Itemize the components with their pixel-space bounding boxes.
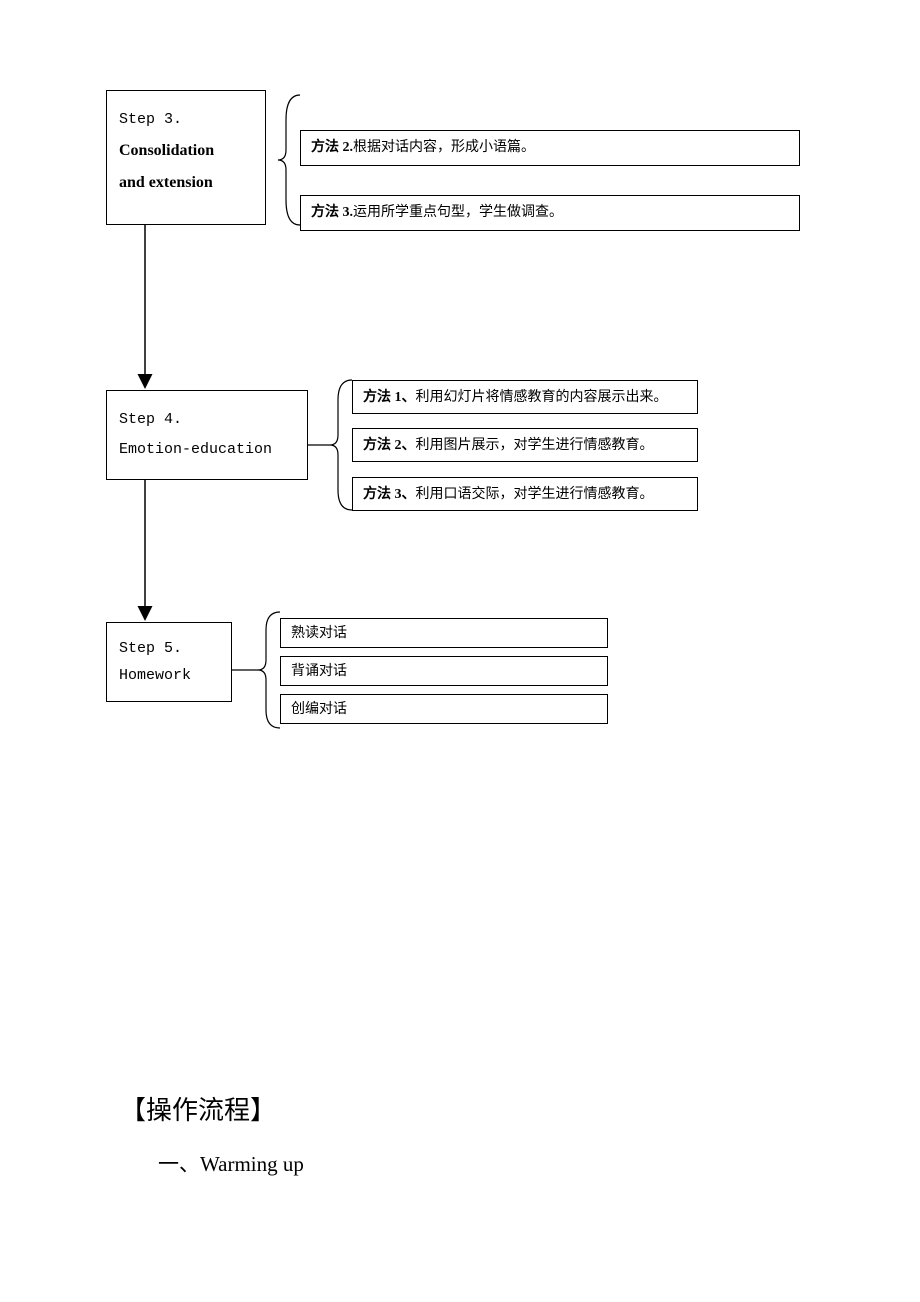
step-4-method-1: 方法 1、利用幻灯片将情感教育的内容展示出来。	[352, 380, 698, 414]
step-4-box: Step 4. Emotion-education	[106, 390, 308, 480]
sub-heading-1: 一、Warming up	[158, 1148, 304, 1178]
method-label: 方法 3.	[311, 205, 353, 220]
method-label: 方法 2、	[363, 438, 416, 453]
step-3-method-2: 方法 2.根据对话内容，形成小语篇。	[300, 130, 800, 166]
step-4-title: Step 4.	[119, 405, 295, 435]
step-4-method-2: 方法 2、利用图片展示，对学生进行情感教育。	[352, 428, 698, 462]
method-text: 利用图片展示，对学生进行情感教育。	[416, 438, 654, 453]
step-5-item-2: 背诵对话	[280, 656, 608, 686]
method-label: 方法 3、	[363, 487, 416, 502]
diagram-page: Step 3. Consolidation and extension 方法 2…	[0, 0, 920, 1302]
step-3-title: Step 3.	[119, 105, 253, 135]
method-text: 利用口语交际，对学生进行情感教育。	[416, 487, 654, 502]
step-5-title: Step 5.	[119, 635, 219, 662]
step-5-label: Homework	[119, 662, 219, 689]
method-label: 方法 1、	[363, 390, 416, 405]
method-text: 运用所学重点句型，学生做调查。	[353, 205, 563, 220]
step-3-box: Step 3. Consolidation and extension	[106, 90, 266, 225]
step-3-label-line-2: and extension	[119, 167, 253, 199]
method-text: 根据对话内容，形成小语篇。	[353, 140, 535, 155]
method-label: 方法 2.	[311, 140, 353, 155]
method-text: 创编对话	[291, 702, 347, 717]
sub-heading-text: Warming up	[200, 1152, 304, 1176]
step-3-label-line-1: Consolidation	[119, 135, 253, 167]
method-text: 熟读对话	[291, 626, 347, 641]
step-5-item-1: 熟读对话	[280, 618, 608, 648]
step-5-item-3: 创编对话	[280, 694, 608, 724]
method-text: 利用幻灯片将情感教育的内容展示出来。	[416, 390, 668, 405]
step-4-method-3: 方法 3、利用口语交际，对学生进行情感教育。	[352, 477, 698, 511]
sub-heading-prefix: 一、	[158, 1152, 200, 1176]
step-4-label: Emotion-education	[119, 435, 295, 465]
step-3-method-3: 方法 3.运用所学重点句型，学生做调查。	[300, 195, 800, 231]
section-heading: 【操作流程】	[120, 1090, 276, 1127]
step-5-box: Step 5. Homework	[106, 622, 232, 702]
method-text: 背诵对话	[291, 664, 347, 679]
